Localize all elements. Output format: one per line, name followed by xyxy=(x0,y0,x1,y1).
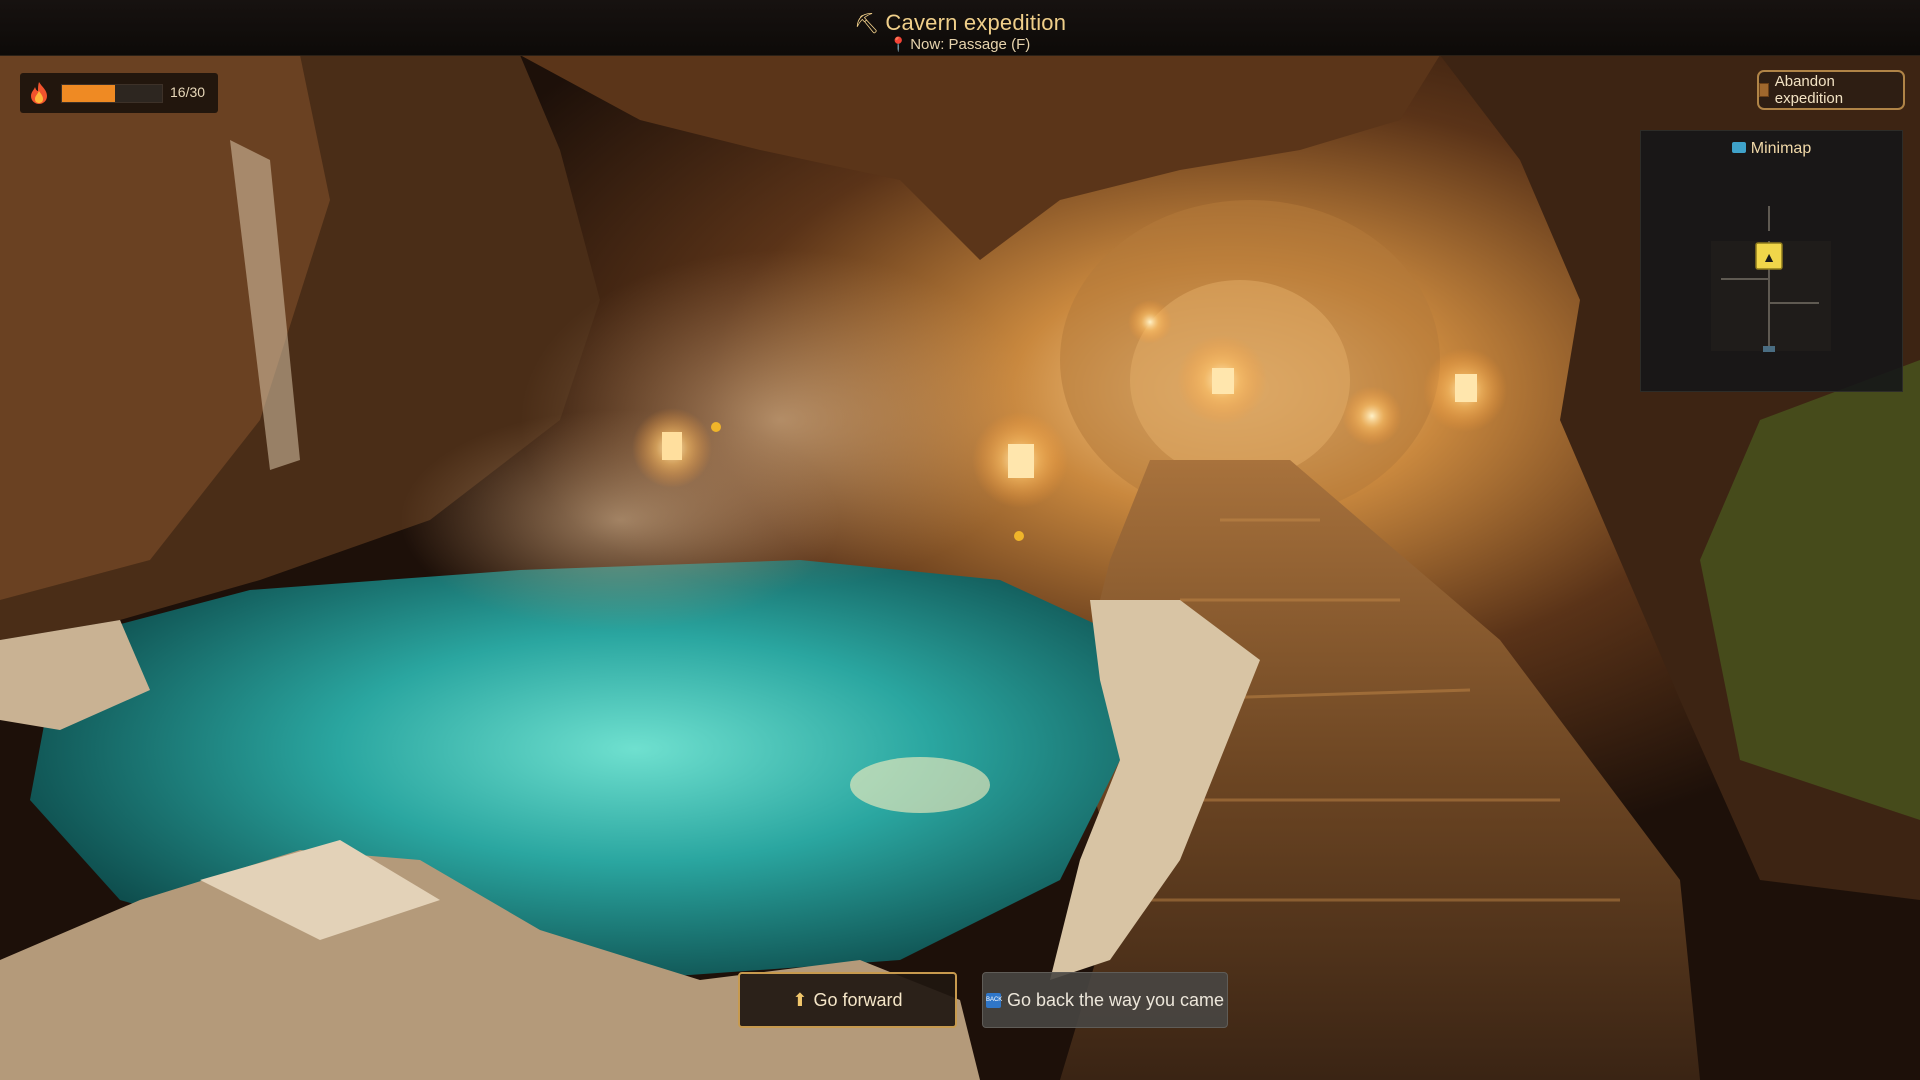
torch-meter: 16/30 xyxy=(20,73,218,113)
abandon-expedition-button[interactable]: Abandon expedition xyxy=(1757,70,1905,110)
cave-scene xyxy=(0,0,1920,1080)
expedition-title: ⛏ Cavern expedition xyxy=(0,10,1920,36)
expedition-title-text: Cavern expedition xyxy=(885,10,1067,35)
minimap-graph: ▲ xyxy=(1711,206,1831,352)
torch-fuel-count: 16/30 xyxy=(170,84,206,100)
top-bar: ⛏ Cavern expedition 📍 Now: Passage (F) xyxy=(0,0,1920,56)
door-icon xyxy=(1759,83,1769,97)
minimap-title: Minimap xyxy=(1641,140,1902,158)
flame-icon xyxy=(31,82,47,104)
go-forward-button[interactable]: ⬆ Go forward xyxy=(738,972,957,1028)
go-forward-label: Go forward xyxy=(813,989,903,1010)
minimap-start-room xyxy=(1763,346,1775,352)
abandon-expedition-label: Abandon expedition xyxy=(1774,73,1844,107)
current-location: 📍 Now: Passage (F) xyxy=(0,36,1920,53)
torch-fuel-bar xyxy=(61,84,163,103)
current-location-text: Now: Passage (F) xyxy=(910,36,1031,53)
go-back-button[interactable]: BACK Go back the way you came xyxy=(982,972,1228,1028)
pin-icon: 📍 xyxy=(889,36,908,52)
pickaxe-icon: ⛏ xyxy=(853,13,880,35)
minimap-title-text: Minimap xyxy=(1750,140,1812,157)
back-icon: BACK xyxy=(985,992,1002,1008)
minimap-panel: ▲ Minimap xyxy=(1640,130,1903,392)
map-book-icon xyxy=(1731,142,1746,154)
torch-fuel-fill xyxy=(62,85,116,102)
minimap-player-arrow: ▲ xyxy=(1762,249,1776,265)
go-back-label: Go back the way you came xyxy=(1006,989,1225,1010)
cave-illustration xyxy=(0,0,1920,1080)
arrow-up-icon: ⬆ xyxy=(792,989,808,1010)
